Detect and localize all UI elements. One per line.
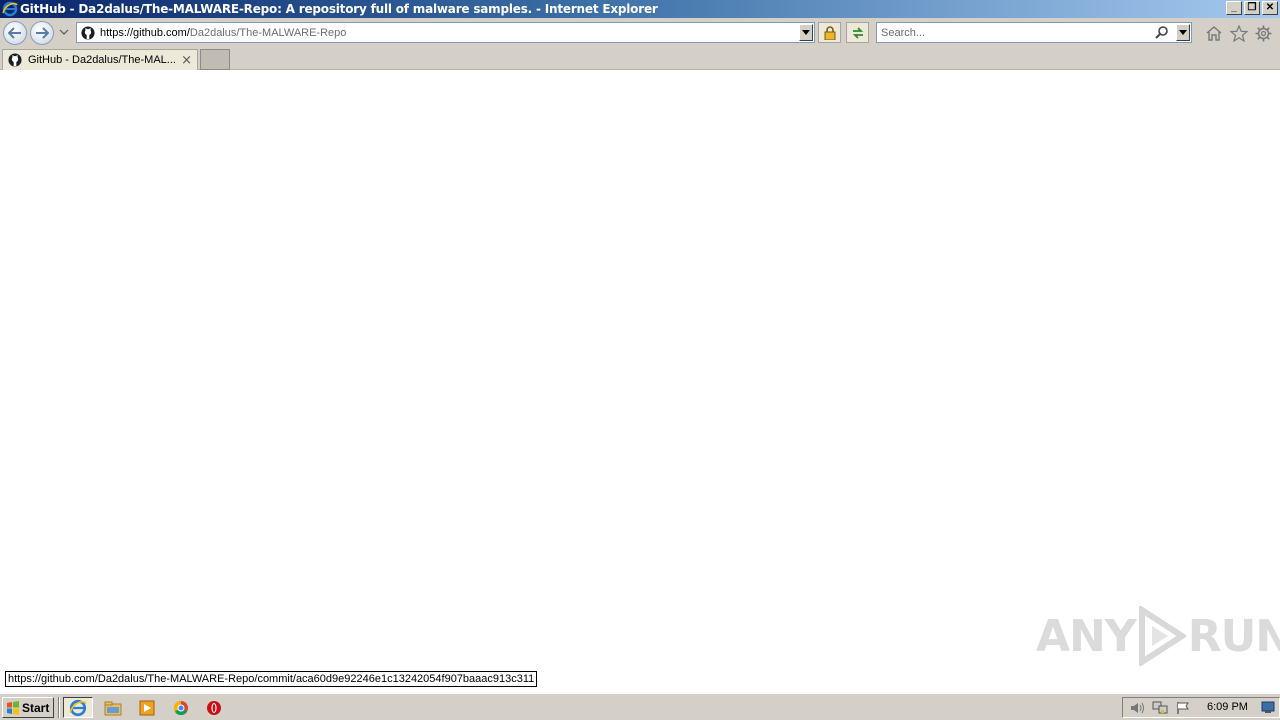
start-label: Start bbox=[22, 700, 50, 715]
forward-arrow-icon bbox=[36, 27, 49, 39]
github-favicon-icon bbox=[81, 25, 95, 40]
minimize-button[interactable]: _ bbox=[1226, 1, 1242, 15]
watermark-run: RUN bbox=[1187, 610, 1280, 662]
compatibility-refresh-button[interactable] bbox=[846, 22, 869, 43]
restore-icon: ❐ bbox=[1247, 2, 1257, 13]
search-provider-dropdown[interactable] bbox=[1176, 24, 1190, 41]
new-tab-button[interactable] bbox=[200, 49, 230, 70]
windows-explorer-icon bbox=[104, 701, 122, 715]
forward-button[interactable] bbox=[30, 21, 54, 45]
security-lock-button[interactable] bbox=[818, 22, 841, 43]
title-bar: GitHub - Da2dalus/The-MALWARE-Repo: A re… bbox=[0, 0, 1280, 18]
close-icon: ✕ bbox=[1265, 2, 1275, 13]
windows-logo-icon bbox=[7, 700, 19, 715]
chevron-down-icon bbox=[802, 30, 810, 35]
start-button[interactable]: Start bbox=[2, 697, 54, 718]
taskbar-internet-explorer[interactable] bbox=[63, 697, 93, 718]
address-dropdown-button[interactable] bbox=[799, 24, 813, 41]
tab-bar: GitHub - Da2dalus/The-MAL... × bbox=[0, 48, 1280, 70]
taskbar-media-player[interactable] bbox=[132, 697, 162, 718]
tab-close-button[interactable]: × bbox=[181, 53, 192, 68]
search-icon[interactable] bbox=[1155, 25, 1169, 39]
home-icon[interactable] bbox=[1205, 25, 1223, 41]
status-link-url: https://github.com/Da2dalus/The-MALWARE-… bbox=[5, 671, 538, 687]
anyrun-watermark: ANY RUN bbox=[1036, 606, 1280, 666]
tools-gear-icon[interactable] bbox=[1255, 25, 1272, 42]
show-desktop-icon[interactable] bbox=[1261, 701, 1275, 713]
search-input[interactable] bbox=[877, 26, 1147, 39]
opera-icon bbox=[207, 700, 221, 715]
taskbar-chrome[interactable] bbox=[166, 697, 196, 718]
volume-icon[interactable] bbox=[1128, 700, 1146, 716]
back-button[interactable] bbox=[3, 21, 27, 45]
watermark-any: ANY bbox=[1036, 610, 1137, 662]
favorites-star-icon[interactable] bbox=[1230, 25, 1248, 42]
play-triangle-icon bbox=[1138, 606, 1186, 666]
chrome-icon bbox=[173, 700, 188, 715]
chevron-down-icon bbox=[1179, 30, 1187, 35]
media-player-icon bbox=[139, 700, 155, 715]
compatibility-refresh-icon bbox=[852, 26, 863, 39]
address-path: Da2dalus/The-MALWARE-Repo bbox=[189, 26, 347, 39]
system-tray: 6:09 PM bbox=[1122, 697, 1280, 718]
address-host: https://github.com/ bbox=[100, 26, 190, 39]
window-title: GitHub - Da2dalus/The-MALWARE-Repo: A re… bbox=[20, 2, 658, 16]
action-center-flag-icon[interactable] bbox=[1174, 700, 1192, 716]
github-favicon-icon bbox=[8, 53, 22, 67]
taskbar-opera[interactable] bbox=[199, 697, 229, 718]
navigation-bar: https://github.com/Da2dalus/The-MALWARE-… bbox=[0, 18, 1280, 48]
tab-label: GitHub - Da2dalus/The-MAL... bbox=[28, 54, 176, 66]
lock-icon bbox=[824, 25, 835, 40]
taskbar-windows-explorer[interactable] bbox=[98, 697, 128, 718]
taskbar: Start 6:09 PM bbox=[0, 693, 1280, 720]
internet-explorer-icon bbox=[2, 1, 18, 17]
page-content bbox=[0, 71, 1280, 693]
recent-pages-chevron-icon[interactable] bbox=[59, 28, 69, 36]
back-arrow-icon bbox=[8, 27, 21, 39]
internet-explorer-icon bbox=[69, 699, 87, 716]
restore-button[interactable]: ❐ bbox=[1244, 1, 1260, 15]
clock[interactable]: 6:09 PM bbox=[1207, 701, 1248, 713]
minimize-icon: _ bbox=[1231, 2, 1237, 13]
close-window-button[interactable]: ✕ bbox=[1262, 1, 1278, 15]
address-bar[interactable]: https://github.com/Da2dalus/The-MALWARE-… bbox=[76, 22, 815, 43]
taskbar-separator bbox=[58, 697, 60, 718]
tab-github[interactable]: GitHub - Da2dalus/The-MAL... × bbox=[2, 49, 198, 70]
search-box[interactable] bbox=[876, 22, 1192, 43]
network-icon[interactable] bbox=[1151, 700, 1169, 716]
